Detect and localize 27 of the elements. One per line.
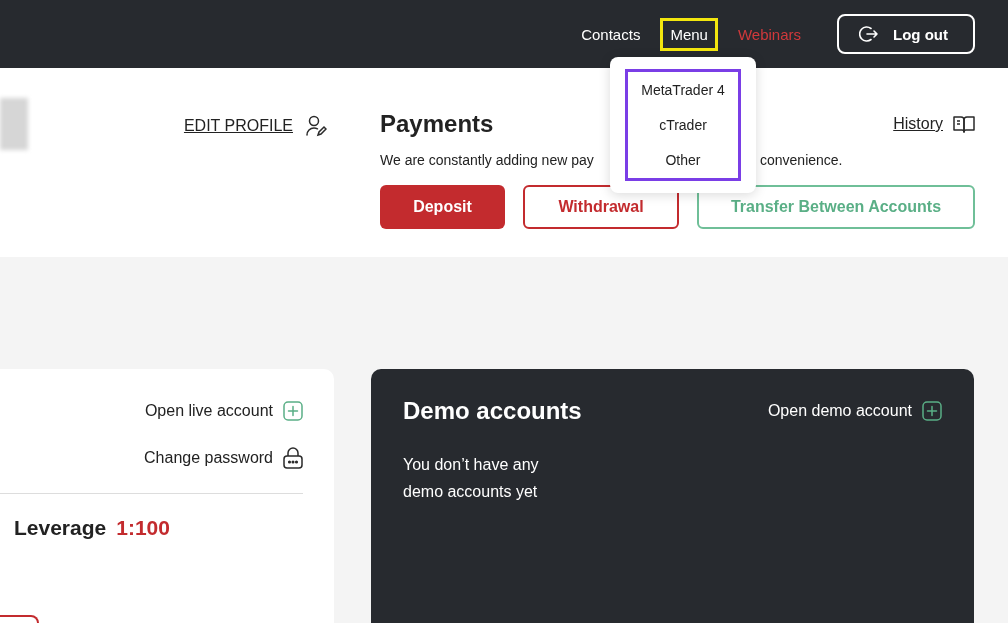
withdrawal-button[interactable]: Withdrawal: [523, 185, 679, 229]
deposit-button[interactable]: Deposit: [380, 185, 505, 229]
nav-link[interactable]: Menu: [660, 17, 718, 51]
edit-profile-link[interactable]: EDIT PROFILE: [183, 117, 293, 135]
leverage-value: 1:100: [116, 516, 170, 540]
logout-button[interactable]: Log out: [837, 14, 975, 54]
menu-item[interactable]: Other: [665, 152, 701, 169]
history-link[interactable]: History: [893, 115, 943, 133]
nav-link[interactable]: Contacts: [573, 19, 649, 49]
blurred-avatar: [0, 98, 28, 150]
lock-icon: [283, 447, 303, 469]
user-edit-icon: [305, 114, 327, 138]
plus-square-icon: [922, 401, 942, 421]
payments-note: convenience.: [760, 152, 843, 168]
menu-item[interactable]: MetaTrader 4: [641, 81, 725, 98]
open-demo-account-link[interactable]: Open demo account: [767, 402, 912, 420]
payments-title: Payments: [380, 110, 494, 138]
demo-accounts-title: Demo accounts: [403, 397, 582, 425]
menu-item[interactable]: cTrader: [659, 117, 707, 133]
change-password-link[interactable]: Change password: [144, 449, 273, 467]
leverage-label: Leverage: [14, 516, 107, 540]
empty-state-text: You don’t have any demo accounts yet: [403, 455, 540, 502]
open-live-account-link[interactable]: Open live account: [144, 402, 273, 420]
payments-note: We are constantly adding new pay: [380, 152, 594, 168]
book-icon: [953, 114, 975, 134]
logout-icon: [859, 24, 879, 44]
plus-square-icon: [283, 401, 303, 421]
